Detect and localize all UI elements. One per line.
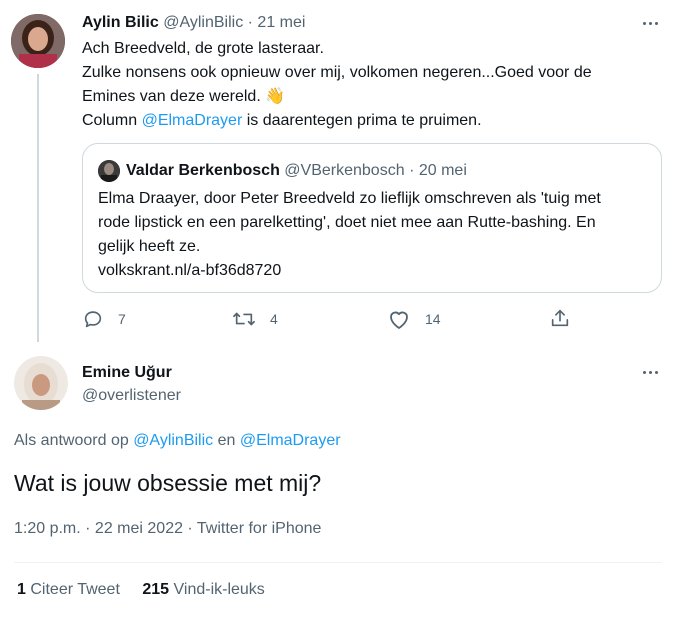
tweet1-more-icon[interactable] <box>643 22 658 25</box>
quote-tweets-stat[interactable]: 1 Citeer Tweet <box>17 581 120 598</box>
tweet1-line4-row: Column @ElmaDrayer is daarentegen prima … <box>82 109 592 133</box>
stats-row: 1 Citeer Tweet 215 Vind-ik-leuks <box>17 579 265 601</box>
quote-handle: @VBerkenbosch <box>284 162 405 179</box>
like-count: 14 <box>425 311 441 327</box>
tweet2-handle[interactable]: @overlistener <box>82 385 181 407</box>
tweet1-line2: Zulke nonsens ook opnieuw over mij, volk… <box>82 64 592 81</box>
quote-line3: gelijk heeft ze. <box>98 238 201 255</box>
likes-stat[interactable]: 215 Vind-ik-leuks <box>142 581 264 598</box>
retweet-button[interactable]: 4 <box>232 308 278 330</box>
mention-elmadrayer-reply[interactable]: @ElmaDrayer <box>240 432 341 449</box>
quote-text: Elma Draayer, door Peter Breedveld zo li… <box>98 187 601 283</box>
quote-separator: · <box>409 162 415 179</box>
tweet1-line1: Ach Breedveld, de grote lasteraar. <box>82 40 324 57</box>
reply-count: 7 <box>118 311 126 327</box>
tweet1-line3-row: Emines van deze wereld. 👋 <box>82 85 592 109</box>
quote-count: 1 <box>17 581 26 598</box>
tweet2-text: Wat is jouw obsessie met mij? <box>14 470 322 496</box>
reply-button[interactable]: 7 <box>82 308 126 330</box>
thread-line <box>37 74 39 342</box>
waving-hand-emoji: 👋 <box>265 88 286 105</box>
retweet-count: 4 <box>270 311 278 327</box>
reply-and: en <box>213 432 240 449</box>
tweet1-header: Aylin Bilic @AylinBilic · 21 mei <box>82 12 305 34</box>
avatar-valdar-photo <box>98 160 120 182</box>
avatar-aylin-photo <box>11 14 65 68</box>
quote-link: volkskrant.nl/a-bf36d8720 <box>98 262 282 279</box>
tweet2-author-name[interactable]: Emine Uğur <box>82 362 172 384</box>
tweet1-text: Ach Breedveld, de grote lasteraar. Zulke… <box>82 37 592 133</box>
quote-header: Valdar Berkenbosch @VBerkenbosch · 20 me… <box>126 160 467 182</box>
quote-line1: Elma Draayer, door Peter Breedveld zo li… <box>98 190 601 207</box>
avatar-aylin[interactable] <box>11 14 65 68</box>
tweet1-date[interactable]: 21 mei <box>257 14 305 31</box>
likes-count: 215 <box>142 581 170 598</box>
reply-prefix: Als antwoord op <box>14 432 134 449</box>
avatar-valdar <box>98 160 120 182</box>
tweet1-line4-post: is daarentegen prima te pruimen. <box>242 112 482 129</box>
quote-author-name: Valdar Berkenbosch <box>126 162 280 179</box>
divider-top <box>14 562 662 563</box>
share-button[interactable] <box>549 307 571 329</box>
tweet1-author-name[interactable]: Aylin Bilic <box>82 14 159 31</box>
reply-icon <box>84 311 102 328</box>
avatar-emine[interactable] <box>14 356 68 410</box>
mention-aylinbilic[interactable]: @AylinBilic <box>133 432 213 449</box>
heart-icon <box>390 311 408 329</box>
retweet-icon <box>233 312 255 326</box>
avatar-emine-photo <box>14 356 68 410</box>
quote-label: Citeer Tweet <box>30 581 120 598</box>
share-icon <box>551 309 569 327</box>
tweet1-line4-pre: Column <box>82 112 142 129</box>
quote-date: 20 mei <box>418 162 467 179</box>
tweet1-separator: · <box>247 14 253 31</box>
reply-context: Als antwoord op @AylinBilic en @ElmaDray… <box>14 430 341 452</box>
tweet1-line3: Emines van deze wereld. <box>82 88 261 105</box>
quoted-tweet-card[interactable]: Valdar Berkenbosch @VBerkenbosch · 20 me… <box>82 143 662 293</box>
tweet1-handle[interactable]: @AylinBilic <box>163 14 243 31</box>
mention-elmadrayer[interactable]: @ElmaDrayer <box>142 112 243 129</box>
likes-label: Vind-ik-leuks <box>173 581 265 598</box>
tweet2-more-icon[interactable] <box>643 371 658 374</box>
like-button[interactable]: 14 <box>387 308 441 330</box>
tweet2-meta: 1:20 p.m. · 22 mei 2022 · Twitter for iP… <box>14 520 322 537</box>
quote-line2: rode lipstick en een parelketting', doet… <box>98 214 596 231</box>
